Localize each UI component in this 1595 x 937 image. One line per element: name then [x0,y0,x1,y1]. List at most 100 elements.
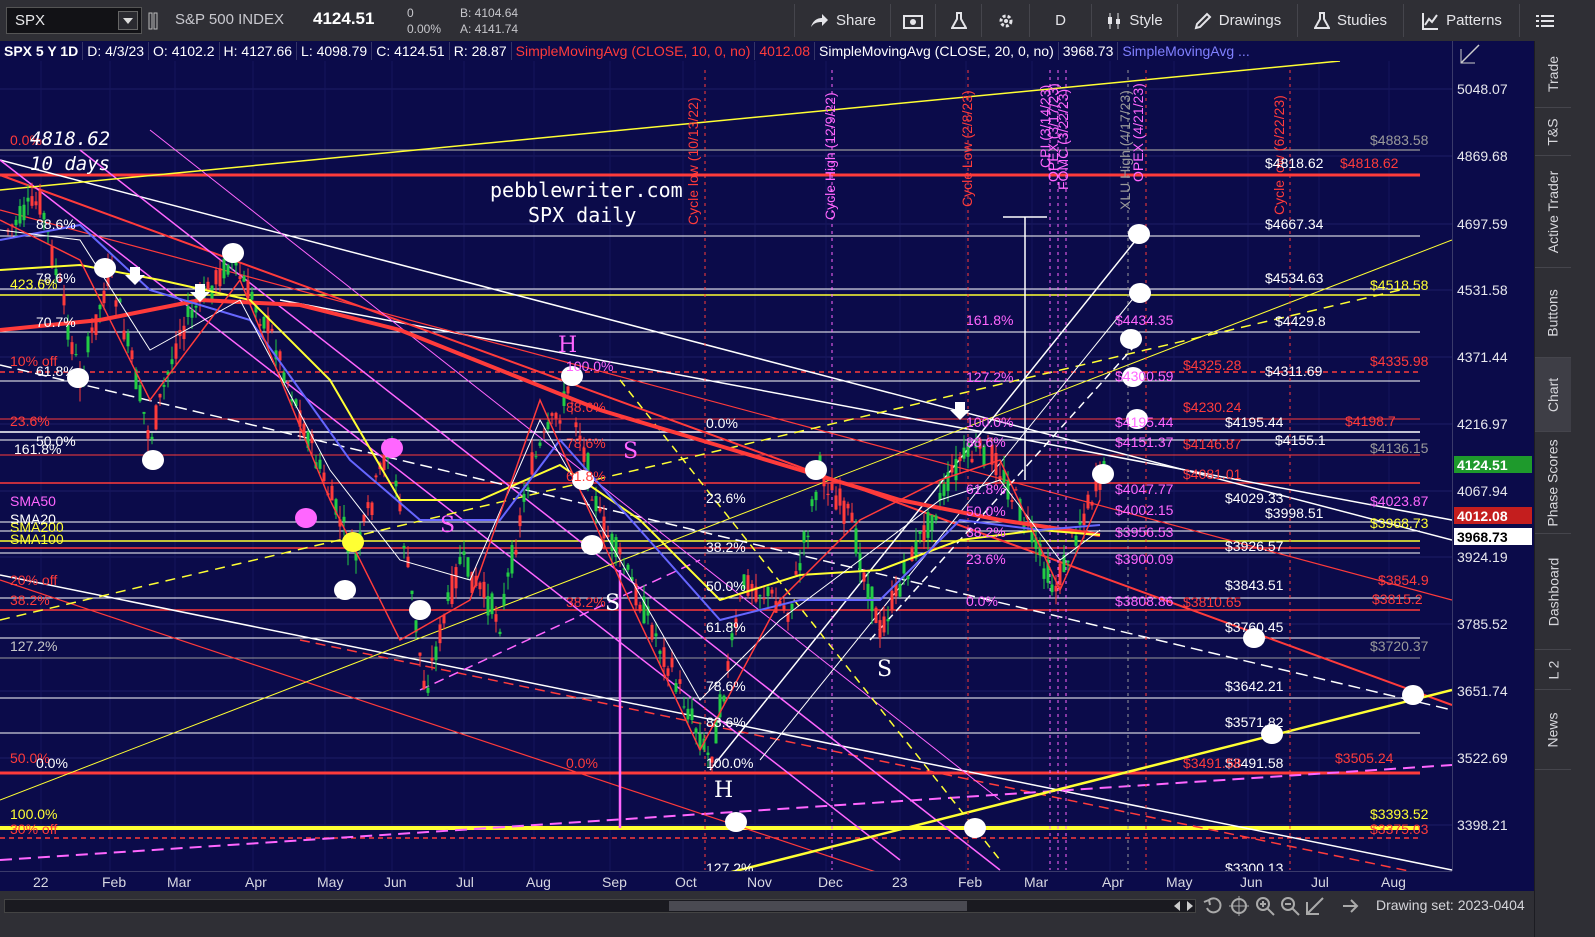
candle-body [250,291,254,300]
period-button[interactable]: D [1029,4,1091,37]
trend-line [730,688,1452,871]
studies-button[interactable]: Studies [1297,4,1403,37]
crosshair-icon[interactable] [1229,896,1249,916]
candle-body [518,515,522,527]
symbol-dropdown-button[interactable] [118,11,138,30]
candle-body [746,575,750,596]
chart-label: 161.8% [966,312,1013,328]
drawing-set-label[interactable]: Drawing set: 2023-0404 [1376,897,1525,913]
chart-label: $3393.52 [1370,806,1429,822]
chart-settings-button[interactable] [981,4,1029,37]
study-sma20-label[interactable]: SimpleMovingAvg (CLOSE, 20, 0, no) [815,42,1059,60]
candle-body [558,420,562,424]
chart-label: 50.0% [966,503,1006,519]
candle-body [850,512,854,523]
chart-label: $3300.13 [1225,860,1284,871]
share-button[interactable]: Share [794,4,890,37]
tab-t-s[interactable]: T&S [1535,108,1571,156]
study-more-label[interactable]: SimpleMovingAvg ... [1118,42,1253,60]
candle-body [514,549,518,555]
drawings-button[interactable]: Drawings [1177,4,1297,37]
style-button[interactable]: Style [1091,4,1177,37]
time-tick-label: Aug [526,874,551,890]
symbol-input[interactable]: SPX [6,7,142,34]
chart-label: 88.6% [566,399,606,415]
study-sma10-label[interactable]: SimpleMovingAvg (CLOSE, 10, 0, no) [512,42,756,60]
menu-button[interactable] [1519,4,1569,37]
candle-body [162,384,166,387]
candle-body [466,557,470,577]
chart-label: H [558,333,577,358]
tab-news[interactable]: News [1535,690,1571,770]
trend-line [419,559,701,691]
chart-canvas[interactable]: pebblewriter.comSPX daily Cycle low (10/1… [0,61,1452,871]
collapse-icon[interactable] [1340,896,1362,916]
candle-body [906,576,910,580]
chart-label: $3843.51 [1225,577,1284,593]
candle-body [738,597,742,599]
horizontal-scrollbar[interactable] [4,899,1196,913]
zoom-out-icon[interactable] [1280,896,1300,916]
candle-body [674,683,678,692]
tab-trade[interactable]: Trade [1535,41,1571,108]
scroll-thumb[interactable] [669,901,967,911]
chart-label: 10 days [30,153,110,175]
price-tick-label: 3924.19 [1457,549,1508,565]
candle-body [1078,522,1082,525]
time-tick-label: Nov [747,874,772,890]
candle-body [342,516,346,522]
measure-icon[interactable] [1305,896,1327,916]
candle-body [70,342,74,355]
tab-phase-scores[interactable]: Phase Scores [1535,432,1571,534]
price-axis[interactable]: 5048.07 4869.68 4697.59 4531.58 4371.44 4216.… [1452,41,1535,871]
scroll-left-icon[interactable] [1173,901,1181,911]
tab-buttons[interactable]: Buttons [1535,268,1571,358]
time-tick-label: Jul [456,874,474,890]
price-tick-label: 4869.68 [1457,148,1508,164]
zoom-icon[interactable] [1459,43,1481,65]
patterns-button[interactable]: Patterns [1403,4,1519,37]
candle-body [522,493,526,502]
candle-body [950,465,954,473]
price-chart[interactable]: pebblewriter.com SPX daily Cycle low (10/1… [0,61,1452,871]
chart-label: S [623,439,638,464]
candle-body [918,531,922,534]
tab-dashboard[interactable]: Dashboard [1535,534,1571,650]
chart-label: Cycle Low (2/8/23) [959,90,975,207]
gear-icon [999,14,1012,27]
chart-label: 127.2% [10,638,57,654]
zoom-in-icon[interactable] [1255,896,1275,916]
scroll-right-icon[interactable] [1186,901,1194,911]
chart-label: S [877,657,892,682]
pivot-dot [342,532,364,552]
chart-label: FOMC (3/22/23) [1055,89,1071,190]
price-candles [6,182,1106,775]
ma-20-line [0,229,1101,701]
tab-active-trader[interactable]: Active Trader [1535,156,1571,268]
bar-high: H: 4127.66 [220,42,298,60]
studies-lab-button[interactable] [935,4,981,37]
pencil-icon [1194,12,1212,29]
tab-l-2[interactable]: L 2 [1535,650,1571,690]
chart-label: 10% off [10,353,57,369]
history-icon[interactable] [1203,896,1225,916]
chart-label: 0.0% [36,755,68,771]
symbol-value: SPX [15,12,46,29]
chart-description: SPX 5 Y 1D [0,42,84,60]
tab-chart[interactable]: Chart [1535,358,1571,432]
chart-label: 161.8% [14,441,61,457]
snapshot-button[interactable] [890,4,935,37]
candle-body [450,574,454,605]
study-sma20-value: 3968.73 [1059,42,1119,60]
chart-label: $4818.62 [1340,155,1399,171]
toolbar: SPX S&P 500 INDEX 4124.51 0 0.00% B: 410… [0,0,1595,42]
candle-body [410,590,414,595]
candle-body [574,422,578,428]
chart-label: 0.0% [566,755,598,771]
candle-body [146,430,150,439]
candle-body [814,491,818,501]
link-icon[interactable] [146,4,166,37]
time-tick-label: Sep [602,874,627,890]
time-axis[interactable]: 22 Feb Mar Apr May Jun Jul Aug Sep Oct Nov Dec 23 Feb… [0,871,1452,892]
candle-body [74,354,78,356]
